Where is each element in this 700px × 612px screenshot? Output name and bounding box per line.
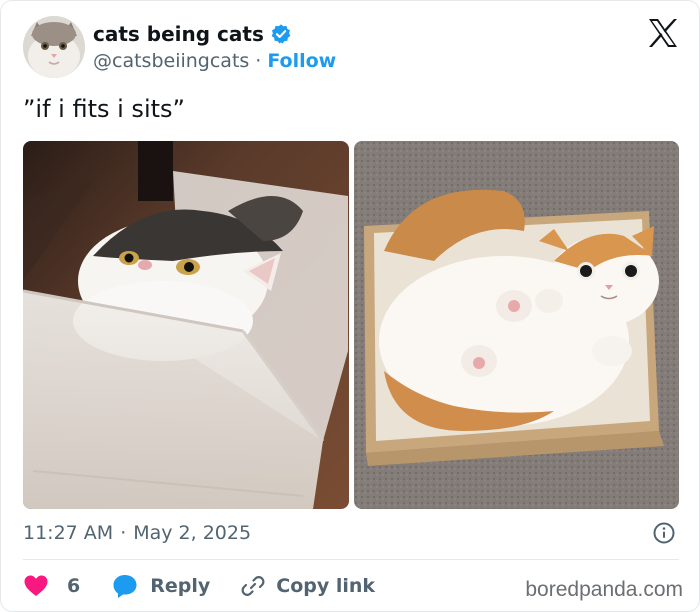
copy-link-label: Copy link — [276, 575, 376, 597]
tweet-date: May 2, 2025 — [133, 522, 252, 544]
author-handle[interactable]: @catsbeiingcats — [93, 49, 249, 73]
copy-link-button[interactable]: Copy link — [240, 573, 375, 599]
like-count: 6 — [67, 575, 81, 597]
divider — [23, 559, 679, 560]
avatar[interactable] — [23, 16, 85, 78]
tweet-time: 11:27 AM — [23, 522, 114, 544]
timestamp-separator: · — [120, 522, 127, 544]
like-button[interactable]: 6 — [23, 574, 80, 598]
tweet-actions: 6 Reply Copy link — [23, 572, 375, 600]
verified-badge-icon — [270, 23, 292, 45]
reply-bubble-icon — [113, 575, 137, 598]
author-name-row: cats being cats — [93, 22, 292, 46]
x-logo-icon[interactable] — [647, 18, 679, 48]
tweet-timestamp[interactable]: 11:27 AM · May 2, 2025 — [23, 521, 251, 545]
tweet-text: ”if i fits i sits” — [23, 95, 185, 123]
handle-separator: · — [255, 50, 262, 72]
reply-label: Reply — [150, 575, 211, 597]
cat-in-cardboard-box-photo[interactable] — [354, 141, 679, 509]
author-display-name[interactable]: cats being cats — [93, 22, 264, 46]
watermark: boredpanda.com — [525, 578, 683, 601]
heart-icon — [24, 575, 48, 596]
avatar-cat-image — [23, 16, 85, 78]
reply-button[interactable]: Reply — [112, 573, 210, 599]
cat-in-plastic-bin-photo[interactable] — [23, 141, 349, 509]
tweet-card: cats being cats @catsbeiingcats · Follow… — [0, 0, 700, 612]
info-icon[interactable] — [653, 522, 675, 544]
follow-button[interactable]: Follow — [267, 49, 336, 73]
author-handle-row: @catsbeiingcats · Follow — [93, 49, 336, 73]
link-icon — [241, 576, 265, 596]
